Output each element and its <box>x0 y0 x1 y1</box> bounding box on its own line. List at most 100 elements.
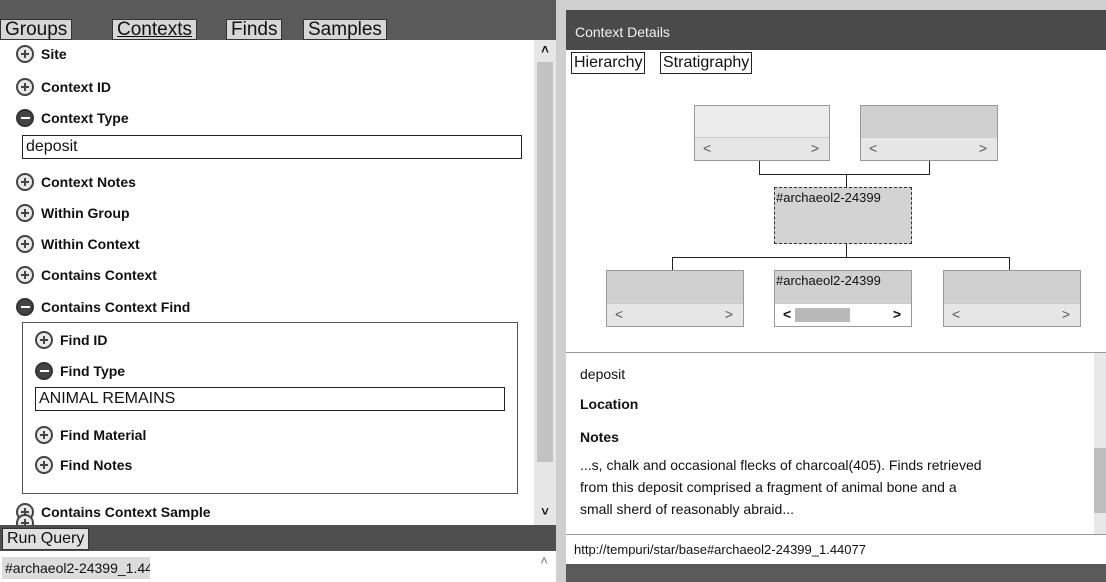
current-context-node[interactable]: #archaeol2-24399 <box>774 187 912 244</box>
details-text-area: deposit Location Notes ...s, chalk and o… <box>566 352 1106 535</box>
collapse-minus-icon[interactable] <box>35 362 53 380</box>
field-context-type-label: Context Type <box>41 110 129 126</box>
scroll-thumb[interactable] <box>1094 448 1106 513</box>
scroll-left-icon[interactable]: < <box>703 140 711 156</box>
tab-stratigraphy[interactable]: Stratigraphy <box>660 52 753 74</box>
current-context-label: #archaeol2-24399 <box>776 190 881 205</box>
context-type-input[interactable]: deposit <box>22 135 522 159</box>
field-contains-context-sample[interactable]: Contains Context Sample <box>16 500 211 524</box>
connector-line <box>929 161 930 175</box>
field-contains-context-label: Contains Context <box>41 267 157 283</box>
connector-line <box>1009 257 1010 271</box>
run-bar: Run Query <box>0 525 556 551</box>
field-site-label: Site <box>41 46 67 62</box>
field-within-context[interactable]: Within Context <box>16 232 140 256</box>
hscroll-thumb[interactable] <box>795 308 850 322</box>
tab-groups-label: Groups <box>5 19 68 40</box>
field-find-notes[interactable]: Find Notes <box>35 453 132 477</box>
field-context-id[interactable]: Context ID <box>16 75 111 99</box>
field-contains-context-find[interactable]: Contains Context Find <box>16 295 190 319</box>
type-value: deposit <box>580 366 626 382</box>
expand-plus-icon[interactable] <box>35 426 53 444</box>
result-scroll-up-icon[interactable]: ˄ <box>540 553 548 568</box>
connector-line <box>672 257 673 271</box>
details-scrollbar[interactable] <box>1094 353 1106 535</box>
find-subgroup: Find ID Find Type ANIMAL REMAINS Find Ma… <box>22 322 518 494</box>
tab-bar: Groups Contexts Finds Samples <box>0 0 556 40</box>
field-context-id-label: Context ID <box>41 79 111 95</box>
scroll-right-icon[interactable]: > <box>893 306 901 322</box>
scroll-right-icon[interactable]: > <box>1062 306 1070 322</box>
expand-plus-icon[interactable] <box>16 173 34 191</box>
find-type-input[interactable]: ANIMAL REMAINS <box>35 387 505 411</box>
tab-hierarchy[interactable]: Hierarchy <box>571 52 646 74</box>
expand-plus-icon[interactable] <box>16 266 34 284</box>
connector-line <box>846 174 847 187</box>
hierarchy-node[interactable]: < > <box>860 105 998 161</box>
tab-groups[interactable]: Groups <box>0 19 73 40</box>
query-scrollbar[interactable]: ˄ ˅ <box>534 40 556 525</box>
field-find-material-label: Find Material <box>60 427 147 443</box>
field-find-id[interactable]: Find ID <box>35 328 107 352</box>
field-find-type-label: Find Type <box>60 363 126 379</box>
scroll-left-icon[interactable]: < <box>615 306 623 322</box>
field-context-notes[interactable]: Context Notes <box>16 170 136 194</box>
field-context-type[interactable]: Context Type <box>16 106 129 130</box>
node-hscrollbar[interactable]: < > <box>607 303 743 326</box>
result-area: #archaeol2-24399_1.44077 ˄ <box>0 551 556 582</box>
hierarchy-node[interactable]: < > <box>943 270 1081 327</box>
location-heading: Location <box>580 396 639 412</box>
scroll-left-icon[interactable]: < <box>952 306 960 322</box>
tab-finds[interactable]: Finds <box>226 19 283 40</box>
query-fields: Site Context ID Context Type deposit Con… <box>0 40 556 525</box>
hierarchy-node[interactable]: < > <box>694 105 830 161</box>
scroll-left-icon[interactable]: < <box>869 140 877 156</box>
expand-plus-icon[interactable] <box>16 45 34 63</box>
node-hscrollbar[interactable]: < > <box>944 303 1080 326</box>
node-hscrollbar[interactable]: < > <box>695 137 829 160</box>
field-contains-context-find-label: Contains Context Find <box>41 299 191 315</box>
tab-samples[interactable]: Samples <box>303 19 387 40</box>
scroll-left-icon[interactable]: < <box>783 306 791 322</box>
field-context-notes-label: Context Notes <box>41 174 136 190</box>
field-find-id-label: Find ID <box>60 332 108 348</box>
bottom-spacer <box>566 564 1106 582</box>
field-contains-context-sample-label: Contains Context Sample <box>41 504 211 520</box>
field-partial <box>16 514 41 525</box>
expand-plus-icon[interactable] <box>16 78 34 96</box>
field-contains-context[interactable]: Contains Context <box>16 263 157 287</box>
field-site[interactable]: Site <box>16 42 67 66</box>
run-query-button[interactable]: Run Query <box>2 528 90 550</box>
collapse-minus-icon[interactable] <box>16 298 34 316</box>
tab-samples-label: Samples <box>308 19 382 40</box>
uri-bar: http://tempuri/star/base#archaeol2-24399… <box>566 534 1106 564</box>
details-tab-area: Hierarchy Stratigraphy < > < > #archaeol2-… <box>566 50 1106 352</box>
scroll-right-icon[interactable]: > <box>979 140 987 156</box>
scroll-right-icon[interactable]: > <box>811 140 819 156</box>
scroll-up-arrow-icon[interactable]: ˄ <box>534 40 556 60</box>
hierarchy-node[interactable]: < > <box>606 270 744 327</box>
selected-child-node[interactable]: #archaeol2-24399 < > <box>774 270 912 327</box>
tab-finds-label: Finds <box>231 19 278 40</box>
scroll-thumb[interactable] <box>537 62 553 462</box>
details-title: Context Details <box>566 10 1106 50</box>
scroll-right-icon[interactable]: > <box>725 306 733 322</box>
node-hscrollbar[interactable]: < > <box>861 137 997 160</box>
expand-plus-icon[interactable] <box>16 204 34 222</box>
collapse-minus-icon[interactable] <box>16 109 34 127</box>
expand-plus-icon[interactable] <box>16 235 34 253</box>
expand-plus-icon[interactable] <box>35 456 53 474</box>
expand-plus-icon[interactable] <box>35 331 53 349</box>
field-find-material[interactable]: Find Material <box>35 423 146 447</box>
notes-line: small sherd of reasonably abraid... <box>580 501 794 517</box>
field-within-group-label: Within Group <box>41 205 130 221</box>
field-within-group[interactable]: Within Group <box>16 201 130 225</box>
connector-line <box>759 161 760 175</box>
tab-contexts[interactable]: Contexts <box>112 19 197 40</box>
result-item[interactable]: #archaeol2-24399_1.44077 <box>2 557 150 579</box>
field-find-type[interactable]: Find Type <box>35 359 125 383</box>
node-hscrollbar[interactable]: < > <box>775 303 911 326</box>
context-uri[interactable]: http://tempuri/star/base#archaeol2-24399… <box>574 542 866 557</box>
field-within-context-label: Within Context <box>41 236 140 252</box>
scroll-down-arrow-icon[interactable]: ˅ <box>534 502 556 522</box>
